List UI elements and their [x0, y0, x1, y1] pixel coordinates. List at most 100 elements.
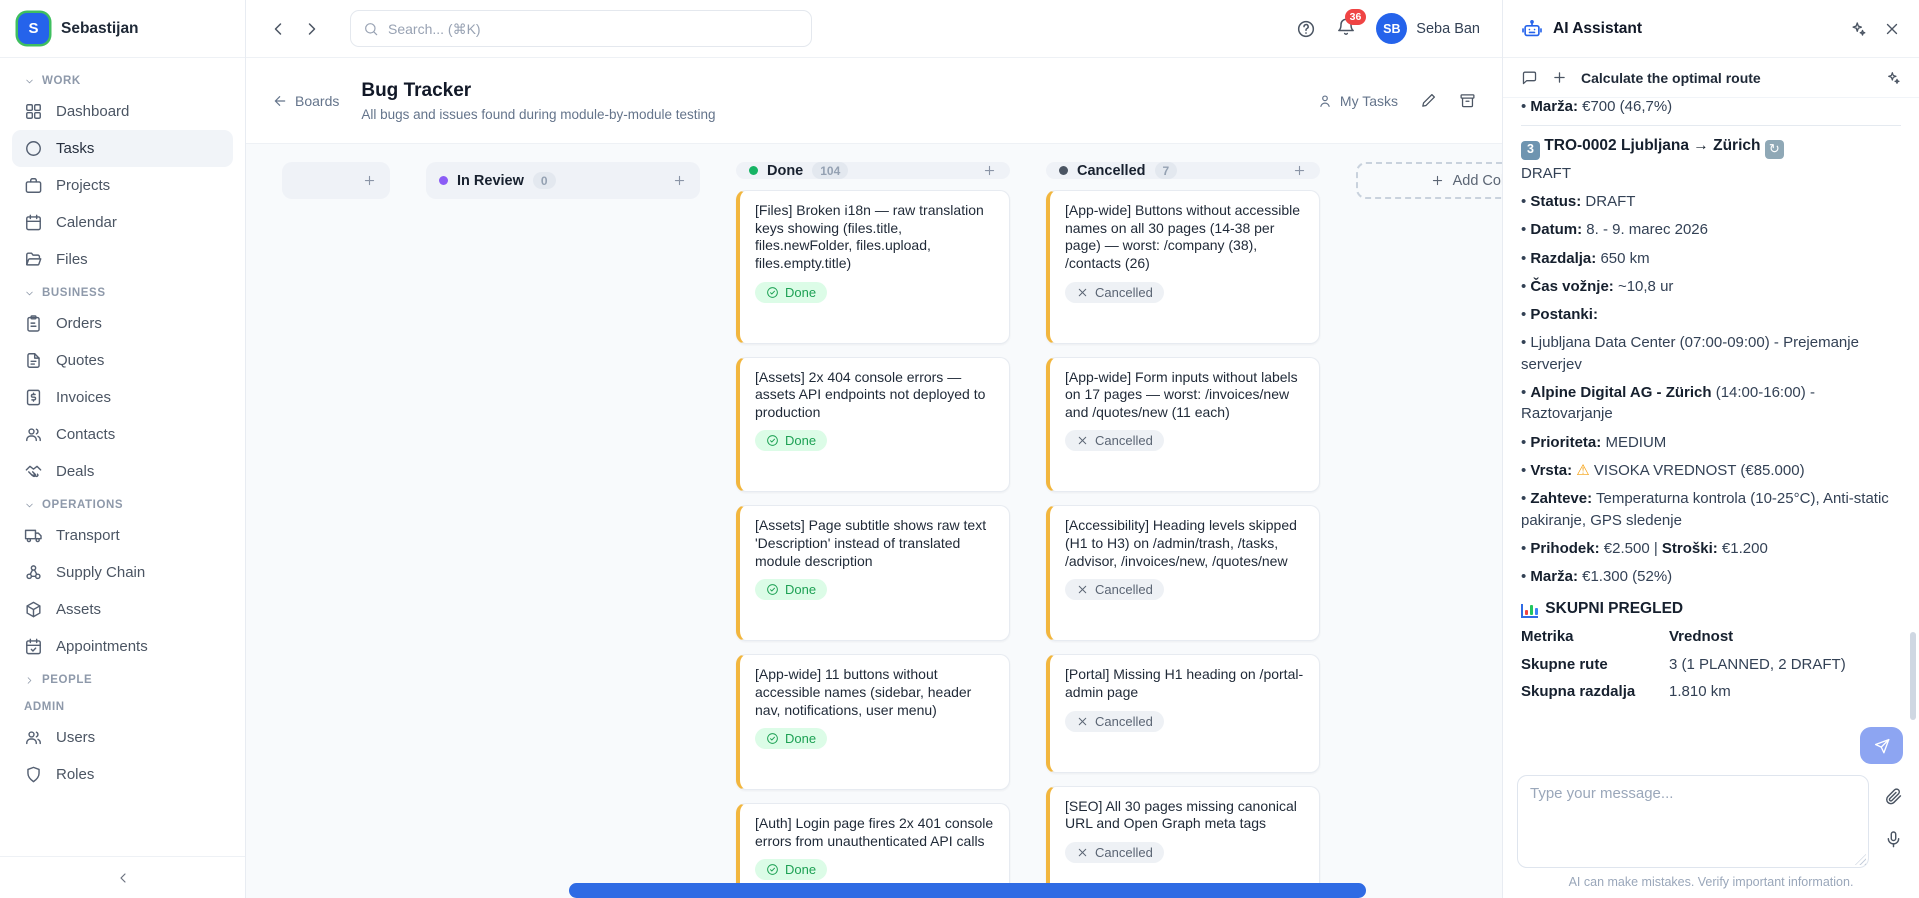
sidebar-item-label: Projects — [56, 177, 111, 194]
x-icon — [1076, 583, 1089, 596]
notifications-button[interactable]: 36 — [1336, 9, 1367, 40]
add-card-icon[interactable] — [672, 173, 687, 188]
attach-icon[interactable] — [1884, 787, 1903, 806]
archive-board-icon[interactable] — [1459, 92, 1476, 109]
plus-icon — [1430, 173, 1445, 188]
status-badge: Done — [755, 281, 828, 303]
horizontal-scrollbar[interactable] — [569, 883, 1366, 898]
message-input[interactable] — [1530, 785, 1856, 855]
task-card[interactable]: [App-wide] 11 buttons without accessible… — [736, 654, 1010, 791]
history-forward-icon[interactable] — [302, 19, 322, 39]
panel-scrollbar[interactable] — [1910, 632, 1916, 720]
add-card-icon[interactable] — [362, 173, 377, 188]
table-cell-value: 3 (1 PLANNED, 2 DRAFT) — [1669, 655, 1846, 673]
sidebar-item-roles[interactable]: Roles — [12, 756, 233, 793]
sidebar-collapse-button[interactable] — [0, 856, 245, 898]
sidebar-item-orders[interactable]: Orders — [12, 305, 233, 342]
section-header-work[interactable]: WORK — [12, 66, 233, 93]
task-card[interactable]: [Accessibility] Heading levels skipped (… — [1046, 505, 1320, 642]
tasks-icon — [24, 139, 43, 158]
search-input[interactable] — [388, 20, 799, 37]
edit-board-icon[interactable] — [1420, 92, 1437, 109]
text-bold: Čas vožnje: — [1530, 277, 1614, 295]
x-icon — [1076, 286, 1089, 299]
help-icon[interactable] — [1296, 19, 1316, 39]
section-header-admin[interactable]: ADMIN — [12, 692, 233, 719]
sidebar-item-calendar[interactable]: Calendar — [12, 204, 233, 241]
task-card[interactable]: [Assets] Page subtitle shows raw text 'D… — [736, 505, 1010, 642]
user-menu[interactable]: SB Seba Ban — [1376, 13, 1480, 44]
conversation-bar: Calculate the optimal route — [1503, 58, 1919, 98]
sidebar-item-dashboard[interactable]: Dashboard — [12, 93, 233, 130]
status-label: Done — [785, 582, 817, 598]
sidebar-item-transport[interactable]: Transport — [12, 517, 233, 554]
status-label: Cancelled — [1095, 713, 1153, 729]
text: ~10,8 ur — [1613, 277, 1674, 295]
sidebar-item-deals[interactable]: Deals — [12, 453, 233, 490]
conversations-icon[interactable] — [1521, 69, 1538, 86]
sidebar-item-projects[interactable]: Projects — [12, 167, 233, 204]
bullet-marker: • — [1521, 277, 1531, 295]
keycap-3-icon: 3 — [1521, 140, 1540, 160]
ai-message-area[interactable]: • Marža: €700 (46,7%) 3 TRO-0002 Ljubljan… — [1503, 98, 1919, 725]
task-card[interactable]: [App-wide] Form inputs without labels on… — [1046, 356, 1320, 493]
task-card[interactable]: [App-wide] Buttons without accessible na… — [1046, 190, 1320, 344]
status-label: Cancelled — [1095, 582, 1153, 598]
bullet-marker: • — [1521, 433, 1531, 451]
task-card[interactable]: [Assets] 2x 404 console errors — assets … — [736, 356, 1010, 493]
status-badge: Done — [755, 728, 828, 750]
sparkles-icon[interactable] — [1849, 20, 1867, 38]
section-header-operations[interactable]: OPERATIONS — [12, 490, 233, 517]
sidebar-item-quotes[interactable]: Quotes — [12, 342, 233, 379]
sidebar-item-supply-chain[interactable]: Supply Chain — [12, 554, 233, 591]
back-to-boards-button[interactable]: Boards — [272, 93, 339, 109]
column-header[interactable]: Done 104 — [736, 162, 1010, 179]
task-card[interactable]: [Files] Broken i18n — raw translation ke… — [736, 190, 1010, 344]
sidebar-item-tasks[interactable]: Tasks — [12, 130, 233, 167]
add-card-icon[interactable] — [982, 163, 997, 178]
section-header-business[interactable]: BUSINESS — [12, 278, 233, 305]
bullet-marker: • — [1521, 98, 1531, 115]
history-back-icon[interactable] — [268, 19, 288, 39]
task-card[interactable]: [Portal] Missing H1 heading on /portal-a… — [1046, 654, 1320, 773]
workspace-name: Sebastijan — [61, 19, 139, 37]
column-header[interactable]: Cancelled 7 — [1046, 162, 1320, 179]
table-row: Skupne rute 3 (1 PLANNED, 2 DRAFT) — [1521, 651, 1901, 678]
add-column-button[interactable]: Add Column — [1356, 162, 1502, 199]
check-circle-icon — [766, 732, 779, 745]
sidebar-item-invoices[interactable]: Invoices — [12, 379, 233, 416]
sidebar-item-files[interactable]: Files — [12, 241, 233, 278]
microphone-icon[interactable] — [1884, 830, 1903, 849]
sidebar-item-label: Tasks — [56, 140, 95, 157]
bar-chart-icon — [1521, 604, 1538, 619]
section-header-people[interactable]: PEOPLE — [12, 665, 233, 692]
task-card[interactable]: [SEO] All 30 pages missing canonical URL… — [1046, 785, 1320, 898]
section-label: ADMIN — [24, 701, 65, 713]
invoices-icon — [24, 388, 43, 407]
sidebar-item-label: Files — [56, 251, 88, 268]
workspace-switcher[interactable]: S Sebastijan — [0, 0, 245, 58]
task-title: [Assets] Page subtitle shows raw text 'D… — [755, 517, 987, 569]
send-button[interactable] — [1860, 727, 1903, 764]
table-cell-value: 1.810 km — [1669, 683, 1731, 701]
sidebar-item-appointments[interactable]: Appointments — [12, 628, 233, 665]
message-divider — [1521, 125, 1901, 127]
global-search[interactable] — [350, 10, 812, 47]
my-tasks-toggle[interactable]: My Tasks — [1317, 93, 1398, 109]
sidebar-item-assets[interactable]: Assets — [12, 591, 233, 628]
new-chat-icon[interactable] — [1551, 69, 1568, 86]
board-column-in-review: In Review 0 — [426, 162, 700, 898]
chevron-right-icon — [24, 675, 35, 686]
sidebar-item-contacts[interactable]: Contacts — [12, 416, 233, 453]
bullet-marker: • — [1521, 461, 1531, 479]
conversation-sparkles-icon[interactable] — [1885, 70, 1901, 86]
column-name: Cancelled — [1077, 162, 1146, 179]
sidebar-item-users[interactable]: Users — [12, 719, 233, 756]
column-header[interactable]: In Review 0 — [426, 162, 700, 199]
add-card-icon[interactable] — [1292, 163, 1307, 178]
text: VISOKA VREDNOST (€85.000) — [1589, 461, 1805, 479]
text: 8. - 9. marec 2026 — [1582, 221, 1708, 239]
close-panel-icon[interactable] — [1883, 20, 1901, 38]
column-header[interactable] — [282, 162, 390, 199]
message-line: • Alpine Digital AG - Zürich (14:00-16:0… — [1521, 382, 1901, 425]
